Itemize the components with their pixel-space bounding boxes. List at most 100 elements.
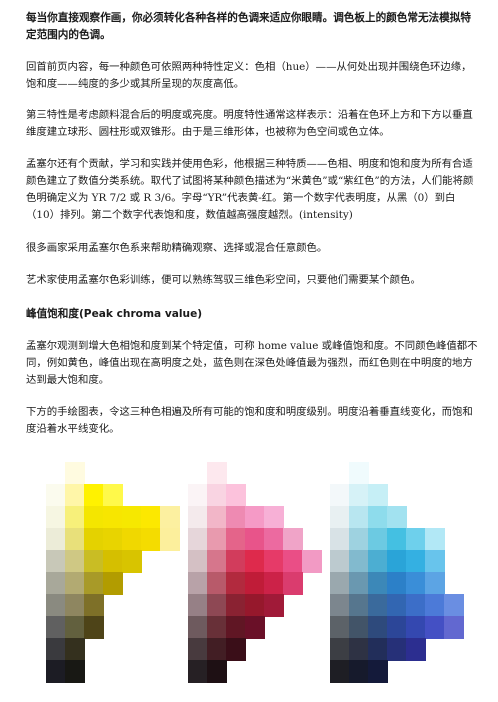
blue-swatch-cell (349, 528, 369, 551)
yellow-swatch-cell (122, 550, 142, 573)
red-swatch-cell (283, 528, 303, 551)
blue-swatch-cell (330, 638, 350, 661)
blue-swatch-cell (368, 572, 388, 595)
blue-swatch-cell (406, 638, 426, 661)
yellow-swatch-cell (122, 528, 142, 551)
yellow-swatch-cell (160, 506, 180, 529)
red-swatch-cell (264, 550, 284, 573)
yellow-swatch-cell (65, 528, 85, 551)
blue-swatch-cell (349, 594, 369, 617)
hue-saturation-paragraph: 回首前页内容，每一种颜色可依照两种特性定义：色相（hue）——从何处出现并围绕色… (26, 61, 472, 90)
yellow-swatch-cell (103, 484, 123, 507)
blue-swatch-cell (406, 616, 426, 639)
red-swatch-cell (245, 550, 265, 573)
blue-swatch-cell (349, 550, 369, 573)
yellow-swatch-cell (84, 550, 104, 573)
blue-swatch-cell (368, 638, 388, 661)
munsell-swatch-charts (0, 462, 498, 702)
red-swatch-cell (283, 550, 303, 573)
peak-chroma-heading: 峰值饱和度(Peak chroma value) (26, 308, 203, 320)
red-swatch-cell (207, 528, 227, 551)
red-swatch-cell (226, 550, 246, 573)
blue-swatch-cell (349, 484, 369, 507)
yellow-swatch-cell (141, 528, 161, 551)
red-swatch-cell (226, 594, 246, 617)
red-swatch-cell (264, 528, 284, 551)
blue-swatch-cell (387, 594, 407, 617)
red-swatch-cell (226, 638, 246, 661)
red-swatch-cell (245, 572, 265, 595)
yellow-swatch-cell (103, 572, 123, 595)
red-swatch-cell (245, 506, 265, 529)
blue-swatch-cell (349, 572, 369, 595)
document-page: 每当你直接观察作画，你必须转化各种各样的色调来适应你眼睛。调色板上的颜色常无法模… (0, 0, 498, 702)
red-swatch-cell (207, 616, 227, 639)
blue-swatch-cell (387, 572, 407, 595)
red-swatch-cell (207, 594, 227, 617)
blue-swatch-cell (330, 660, 350, 683)
red-swatch-cell (207, 462, 227, 485)
red-swatch-cell (207, 550, 227, 573)
blue-swatch-cell (368, 550, 388, 573)
blue-swatch-cell (330, 484, 350, 507)
blue-swatch-cell (368, 528, 388, 551)
red-swatch-cell (188, 506, 208, 529)
blue-swatch-cell (330, 594, 350, 617)
yellow-swatch-cell (84, 484, 104, 507)
yellow-swatch-cell (46, 550, 66, 573)
red-swatch-cell (207, 506, 227, 529)
yellow-swatch-cell (46, 528, 66, 551)
blue-swatch-cell (349, 506, 369, 529)
blue-swatch-cell (425, 528, 445, 551)
blue-swatch-cell (406, 594, 426, 617)
blue-swatch-cell (425, 550, 445, 573)
yellow-swatch-cell (65, 616, 85, 639)
yellow-swatch-cell (103, 528, 123, 551)
yellow-swatch-cell (103, 506, 123, 529)
red-swatch-cell (264, 506, 284, 529)
yellow-swatch-cell (103, 550, 123, 573)
red-swatch-cell (188, 550, 208, 573)
yellow-swatch-cell (160, 528, 180, 551)
blue-swatch-cell (330, 506, 350, 529)
red-swatch-cell (207, 638, 227, 661)
red-swatch-cell (207, 572, 227, 595)
red-swatch-cell (264, 572, 284, 595)
blue-swatch-cell (368, 506, 388, 529)
training-paragraph: 艺术家使用孟塞尔色彩训练，便可以熟练驾驭三维色彩空间，只要他们需要某个颜色。 (26, 274, 421, 286)
blue-swatch-cell (330, 616, 350, 639)
yellow-swatch-cell (46, 506, 66, 529)
red-swatch-cell (188, 462, 208, 485)
chart-description-paragraph: 下方的手绘图表，令这三种色相遍及所有可能的饱和度和明度级别。明度沿着垂直线变化，… (26, 406, 473, 435)
peak-chroma-paragraph: 孟塞尔观测到增大色相饱和度到某个特定值，可称 home value 或峰值饱和度… (26, 340, 478, 386)
blue-swatch-cell (425, 616, 445, 639)
red-swatch-cell (226, 616, 246, 639)
yellow-swatch-cell (65, 660, 85, 683)
blue-swatch-cell (368, 594, 388, 617)
blue-swatch-cell (330, 528, 350, 551)
blue-swatch-cell (330, 550, 350, 573)
red-swatch-cell (188, 594, 208, 617)
red-swatch-cell (283, 572, 303, 595)
red-swatch-cell (188, 616, 208, 639)
red-swatch-cell (226, 506, 246, 529)
red-swatch-cell (207, 660, 227, 683)
blue-swatch-cell (406, 528, 426, 551)
yellow-swatch-cell (46, 462, 66, 485)
blue-swatch-cell (368, 660, 388, 683)
blue-swatch-cell (406, 572, 426, 595)
yellow-swatch-cell (141, 506, 161, 529)
yellow-swatch-cell (84, 572, 104, 595)
yellow-swatch-cell (65, 572, 85, 595)
yellow-swatch-cell (84, 616, 104, 639)
blue-swatch-cell (349, 638, 369, 661)
yellow-swatch-cell (65, 638, 85, 661)
blue-swatch-cell (387, 550, 407, 573)
blue-swatch-cell (425, 594, 445, 617)
red-swatch-cell (302, 550, 322, 573)
yellow-swatch-cell (84, 528, 104, 551)
blue-swatch-cell (368, 616, 388, 639)
yellow-swatch-cell (122, 506, 142, 529)
yellow-swatch-cell (84, 506, 104, 529)
blue-swatch-cell (349, 660, 369, 683)
